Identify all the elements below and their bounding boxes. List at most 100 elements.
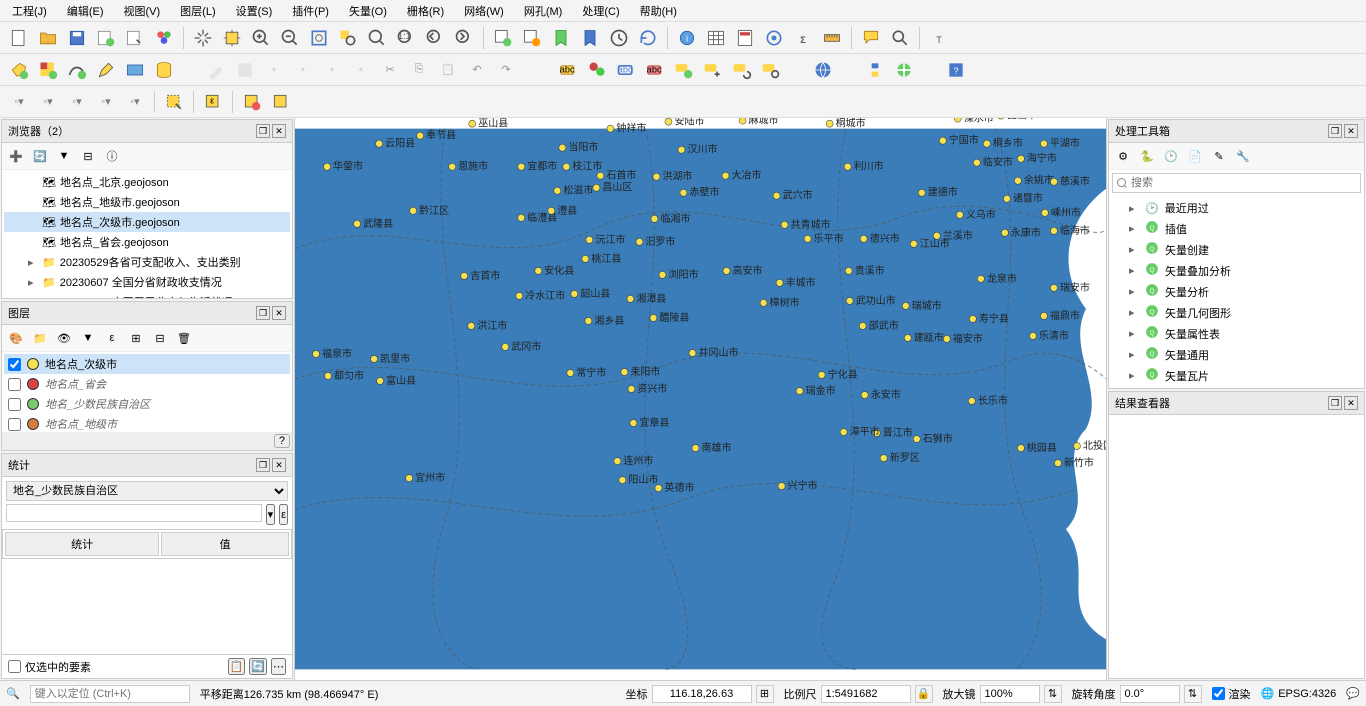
toolbox-model-button[interactable]: ⚙ (1113, 146, 1133, 166)
toolbox-close-button[interactable]: ✕ (1344, 124, 1358, 138)
attribute-table-button[interactable] (703, 25, 729, 51)
text-annotation-button[interactable]: T (926, 25, 952, 51)
label-move-button[interactable] (700, 57, 726, 83)
browser-collapse-button[interactable]: ⊟ (78, 146, 98, 166)
add-geopackage-button[interactable] (151, 57, 177, 83)
pan-selection-button[interactable] (219, 25, 245, 51)
add-feature-button[interactable]: ◦ (261, 57, 287, 83)
edit-toggle-button[interactable] (93, 57, 119, 83)
mag-input[interactable] (980, 685, 1040, 703)
delete-feature-button[interactable]: ◦ (348, 57, 374, 83)
layers-help-button[interactable]: ? (274, 434, 290, 448)
new-map-button[interactable] (490, 25, 516, 51)
toolbox-item[interactable]: ▸Q矢量瓦片 (1111, 365, 1362, 386)
browser-item[interactable]: 🗺地名点_省会.geojoson (4, 232, 290, 252)
toolbox-item[interactable]: ▸Q矢量属性表 (1111, 323, 1362, 344)
stats-selonly-checkbox[interactable] (8, 660, 21, 673)
toolbox-undock-button[interactable]: ❐ (1328, 124, 1342, 138)
new-bookmark-button[interactable] (548, 25, 574, 51)
layer-visibility-button[interactable]: 👁 (54, 328, 74, 348)
locate-input[interactable] (30, 685, 190, 703)
toolbox-edit-button[interactable]: ✎ (1209, 146, 1229, 166)
zoom-full-button[interactable] (306, 25, 332, 51)
toolbox-tree[interactable]: ▸🕑最近用过▸Q插值▸Q矢量创建▸Q矢量叠加分析▸Q矢量分析▸Q矢量几何图形▸Q… (1109, 196, 1364, 388)
style-manager-button[interactable] (151, 25, 177, 51)
layer-remove-button[interactable]: 🗑 (174, 328, 194, 348)
menu-item[interactable]: 视图(V) (120, 1, 165, 21)
save-edits-button[interactable] (232, 57, 258, 83)
layer-collapse-button[interactable]: ⊟ (150, 328, 170, 348)
label-tool-button[interactable]: abc (555, 57, 581, 83)
coord-input[interactable] (652, 685, 752, 703)
zoom-layer-button[interactable] (364, 25, 390, 51)
toolbox-item[interactable]: ▸Q插值 (1111, 218, 1362, 239)
toolbox-item[interactable]: ▸Q矢量创建 (1111, 239, 1362, 260)
toolbox-py-button[interactable]: 🐍 (1137, 146, 1157, 166)
python-button[interactable] (862, 57, 888, 83)
menu-item[interactable]: 帮助(H) (636, 1, 681, 21)
edit-start-button[interactable] (203, 57, 229, 83)
browser-undock-button[interactable]: ❐ (256, 124, 270, 138)
stats-field-input[interactable] (6, 504, 262, 522)
browser-close-button[interactable]: ✕ (272, 124, 286, 138)
menu-item[interactable]: 插件(P) (288, 1, 333, 21)
layer-checkbox[interactable] (8, 378, 21, 391)
menu-item[interactable]: 栅格(R) (403, 1, 448, 21)
cut-button[interactable]: ✂ (377, 57, 403, 83)
new-layout-button[interactable] (93, 25, 119, 51)
mag-spin-button[interactable]: ⇅ (1044, 685, 1062, 703)
toolbox-opts-button[interactable]: 🔧 (1233, 146, 1253, 166)
layer-filter-button[interactable]: ▼ (78, 328, 98, 348)
snap-button[interactable]: ◦▾ (6, 89, 32, 115)
toolbox-item[interactable]: ▸Q矢量通用 (1111, 344, 1362, 365)
help-button[interactable]: ? (943, 57, 969, 83)
plugins-button[interactable] (891, 57, 917, 83)
stats-copy-button[interactable]: 📋 (228, 658, 246, 675)
pan-button[interactable] (190, 25, 216, 51)
paste-button[interactable]: 📋 (435, 57, 461, 83)
stats-menu-button[interactable]: ⋯ (271, 658, 286, 675)
layers-list[interactable]: 地名点_次级市地名点_省会地名_少数民族自治区地名点_地级市省 (2, 352, 292, 432)
toolbox-item[interactable]: ▸Q矢量几何图形 (1111, 302, 1362, 323)
identify-button[interactable]: i (674, 25, 700, 51)
menu-item[interactable]: 设置(S) (232, 1, 277, 21)
annotate-button[interactable] (887, 25, 913, 51)
layer-checkbox[interactable] (8, 358, 21, 371)
open-button[interactable] (35, 25, 61, 51)
field-calc-button[interactable] (732, 25, 758, 51)
refresh-button[interactable] (635, 25, 661, 51)
add-vline-button[interactable] (64, 57, 90, 83)
select-rect-button[interactable] (161, 89, 187, 115)
scale-input[interactable] (821, 685, 911, 703)
toolbox-item[interactable]: ▸Q矢量分析 (1111, 281, 1362, 302)
bookmarks-button[interactable] (577, 25, 603, 51)
label-change-button[interactable] (758, 57, 784, 83)
rot-input[interactable] (1120, 685, 1180, 703)
add-wms-button[interactable] (122, 57, 148, 83)
browser-refresh-button[interactable]: 🔄 (30, 146, 50, 166)
stats-layer-select[interactable]: 地名_少数民族自治区 (6, 481, 288, 501)
undo-button[interactable]: ↶ (464, 57, 490, 83)
layer-expr-button[interactable]: ε (102, 328, 122, 348)
layout-manager-button[interactable] (122, 25, 148, 51)
label-pin-button[interactable]: abc (642, 57, 668, 83)
stats-dropdown-button[interactable]: ▾ (266, 504, 276, 525)
new-project-button[interactable] (6, 25, 32, 51)
menu-item[interactable]: 矢量(O) (345, 1, 391, 21)
stats-button[interactable]: Σ (790, 25, 816, 51)
move-feature-button[interactable]: ◦ (319, 57, 345, 83)
toolbox-history-button[interactable]: 🕑 (1161, 146, 1181, 166)
toolbox-item[interactable]: ▸🕑最近用过 (1111, 198, 1362, 218)
menu-item[interactable]: 处理(C) (578, 1, 623, 21)
label-rotate-button[interactable] (729, 57, 755, 83)
new-3d-button[interactable] (519, 25, 545, 51)
layer-checkbox[interactable] (8, 398, 21, 411)
layer-style-button[interactable]: 🎨 (6, 328, 26, 348)
render-checkbox[interactable] (1212, 687, 1225, 700)
zoom-selection-button[interactable] (335, 25, 361, 51)
zoom-last-button[interactable] (422, 25, 448, 51)
browser-filter-button[interactable]: ▼ (54, 146, 74, 166)
toolbox-results-button[interactable]: 📄 (1185, 146, 1205, 166)
layers-close-button[interactable]: ✕ (272, 306, 286, 320)
results-close-button[interactable]: ✕ (1344, 396, 1358, 410)
